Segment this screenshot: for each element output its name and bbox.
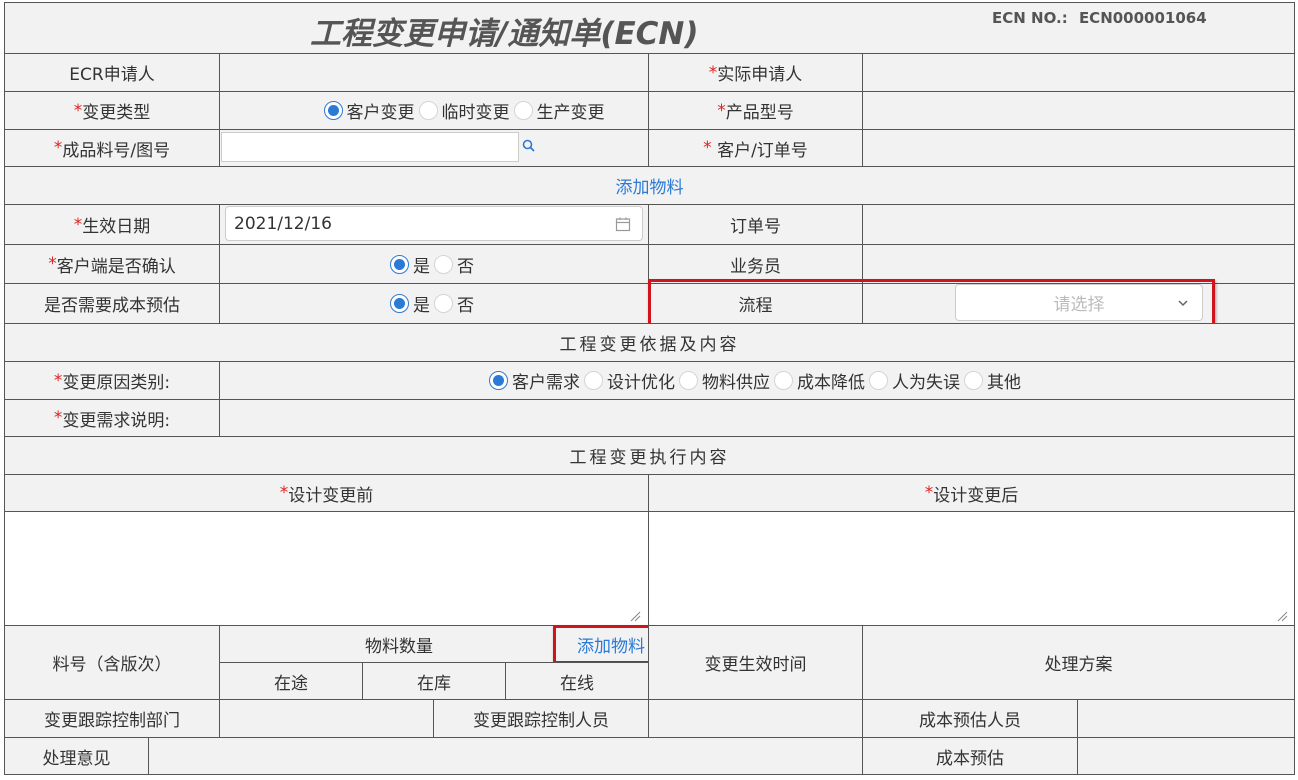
radio-temporary-change[interactable]: 临时变更: [418, 98, 510, 123]
cost-estimate-label: 成本预估: [862, 737, 1078, 775]
reason-category-radios: 客户需求 设计优化 物料供应 成本降低 人为失误 其他: [219, 361, 1295, 400]
process-label: 流程: [648, 283, 863, 324]
cost-estimate-need-radios: 是 否: [219, 283, 649, 324]
radio-reason-human[interactable]: 人为失误: [869, 368, 960, 393]
order-no-value[interactable]: [862, 204, 1295, 245]
radio-production-change[interactable]: 生产变更: [513, 98, 605, 123]
radio-reason-other[interactable]: 其他: [964, 368, 1021, 393]
section-exec-title: 工程变更执行内容: [4, 436, 1295, 475]
salesperson-value[interactable]: [862, 244, 1295, 284]
section-basis-title: 工程变更依据及内容: [4, 323, 1295, 362]
requirement-desc-label: * 变更需求说明:: [4, 399, 220, 437]
tracking-dept-label: 变更跟踪控制部门: [4, 699, 220, 738]
customer-confirm-radios: 是 否: [219, 244, 649, 284]
search-icon[interactable]: [521, 138, 537, 154]
radio-on-icon: [390, 254, 409, 274]
process-select[interactable]: 请选择: [955, 284, 1203, 321]
in-stock-label: 在库: [362, 662, 506, 700]
ecn-no-value: ECN000001064: [1078, 9, 1207, 27]
design-after-label: * 设计变更后: [648, 474, 1295, 512]
cost-estimator-label: 成本预估人员: [862, 699, 1078, 738]
radio-confirm-yes[interactable]: 是: [390, 252, 430, 277]
design-before-label: * 设计变更前: [4, 474, 649, 512]
ecn-number: ECN NO.: ECN000001064: [992, 9, 1207, 27]
radio-off-icon: [869, 371, 888, 390]
add-material-link-bottom[interactable]: 添加物料: [577, 632, 645, 657]
ecn-no-label: ECN NO.:: [992, 9, 1068, 27]
radio-reason-material[interactable]: 物料供应: [679, 368, 770, 393]
radio-off-icon: [418, 101, 438, 120]
tracking-dept-value[interactable]: [219, 699, 434, 738]
radio-cost-yes[interactable]: 是: [390, 291, 430, 316]
resize-handle-icon[interactable]: [629, 607, 641, 622]
radio-off-icon: [964, 371, 983, 390]
actual-applicant-value[interactable]: [862, 53, 1295, 92]
product-model-label: * 产品型号: [648, 91, 863, 130]
effective-date-input[interactable]: 2021/12/16: [225, 206, 643, 241]
in-transit-label: 在途: [219, 662, 363, 700]
change-effective-time-label: 变更生效时间: [648, 625, 863, 700]
radio-on-icon: [323, 101, 343, 120]
tracking-person-label: 变更跟踪控制人员: [433, 699, 649, 738]
radio-off-icon: [434, 294, 453, 313]
part-no-version-label: 料号（含版次）: [4, 625, 220, 700]
process-placeholder: 请选择: [1053, 295, 1105, 315]
radio-off-icon: [679, 371, 698, 390]
radio-off-icon: [774, 371, 793, 390]
design-before-textarea[interactable]: [4, 511, 649, 626]
finished-part-label: * 成品料号/图号: [4, 129, 220, 167]
page-title: 工程变更申请/通知单(ECN): [310, 16, 699, 52]
cost-estimate-value[interactable]: [1077, 737, 1295, 775]
radio-reason-cost[interactable]: 成本降低: [774, 368, 865, 393]
add-material-row: 添加物料: [4, 166, 1295, 205]
reason-category-label: * 变更原因类别:: [4, 361, 220, 400]
radio-confirm-no[interactable]: 否: [434, 252, 474, 277]
radio-off-icon: [513, 101, 533, 120]
radio-reason-customer[interactable]: 客户需求: [489, 368, 580, 393]
calendar-icon[interactable]: [615, 216, 631, 232]
effective-date-value: 2021/12/16: [234, 213, 332, 234]
handling-opinion-value[interactable]: [148, 737, 863, 775]
change-type-radios: 客户变更 临时变更 生产变更: [219, 91, 649, 130]
cost-estimate-need-label: 是否需要成本预估: [4, 283, 220, 324]
effective-date-label: * 生效日期: [4, 204, 220, 245]
chevron-down-icon[interactable]: [1176, 295, 1190, 309]
add-material-link-top[interactable]: 添加物料: [616, 173, 684, 198]
design-after-textarea[interactable]: [648, 511, 1295, 626]
handling-plan-label: 处理方案: [862, 625, 1295, 700]
tracking-person-value[interactable]: [648, 699, 863, 738]
radio-cost-no[interactable]: 否: [434, 291, 474, 316]
ecr-applicant-value[interactable]: [219, 53, 649, 92]
requirement-desc-value[interactable]: [219, 399, 1295, 437]
customer-confirm-label: * 客户端是否确认: [4, 244, 220, 284]
product-model-value[interactable]: [862, 91, 1295, 130]
radio-on-icon: [489, 371, 508, 390]
radio-on-icon: [390, 294, 409, 313]
customer-order-label: * 客户/订单号: [648, 129, 863, 167]
radio-reason-design[interactable]: 设计优化: [584, 368, 675, 393]
handling-opinion-label: 处理意见: [4, 737, 149, 775]
on-line-label: 在线: [505, 662, 649, 700]
radio-off-icon: [584, 371, 603, 390]
change-type-label: * 变更类型: [4, 91, 220, 130]
order-no-label: 订单号: [648, 204, 863, 245]
finished-part-input[interactable]: [221, 132, 519, 162]
resize-handle-icon[interactable]: [1276, 607, 1288, 622]
customer-order-value[interactable]: [862, 129, 1295, 167]
salesperson-label: 业务员: [648, 244, 863, 284]
ecr-applicant-label: ECR申请人: [4, 53, 220, 92]
radio-off-icon: [434, 254, 453, 274]
cost-estimator-value[interactable]: [1077, 699, 1295, 738]
actual-applicant-label: * 实际申请人: [648, 53, 863, 92]
radio-customer-change[interactable]: 客户变更: [323, 98, 415, 123]
